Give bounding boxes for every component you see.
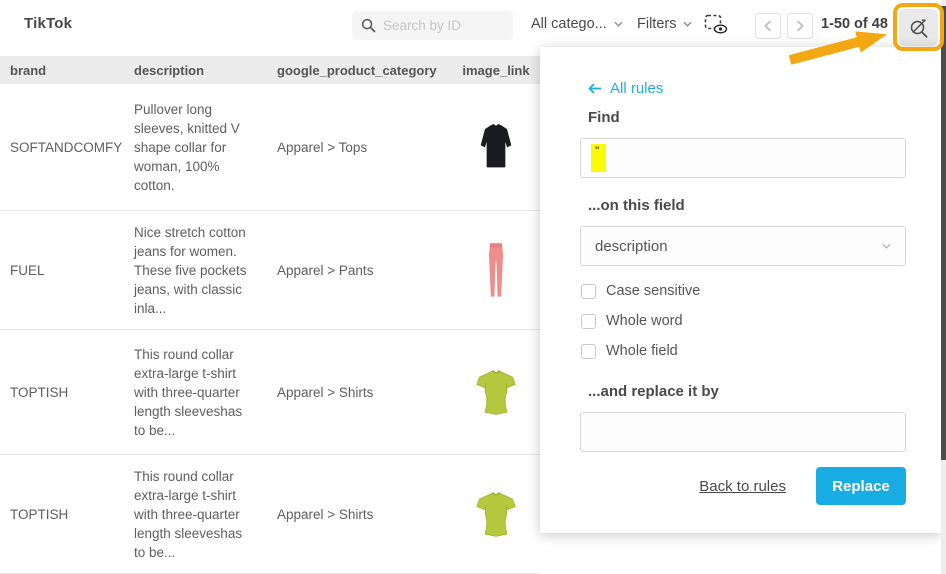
whole-field-checkbox-row[interactable]: Whole field <box>581 343 678 359</box>
description-cell: This round collar extra-large t-shirt wi… <box>134 467 277 562</box>
page-title: TikTok <box>24 0 72 47</box>
category-cell: Apparel > Tops <box>277 138 452 157</box>
select-columns-preview-button[interactable] <box>704 14 732 36</box>
table-header-row: brand description google_product_categor… <box>0 56 540 84</box>
category-cell: Apparel > Pants <box>277 261 452 280</box>
product-image-black-long-sleeve-top <box>479 121 513 173</box>
brand-cell: TOPTISH <box>0 505 134 524</box>
products-table: brand description google_product_categor… <box>0 56 540 574</box>
image-cell <box>452 241 540 299</box>
chevron-left-icon <box>764 20 772 32</box>
column-header-google-product-category[interactable]: google_product_category <box>277 63 452 78</box>
panel-footer: Back to rules Replace <box>699 467 906 505</box>
case-sensitive-label: Case sensitive <box>606 283 700 299</box>
filters-dropdown[interactable]: Filters <box>637 0 692 47</box>
pagination-range: 1-50 of 48 <box>821 0 888 47</box>
back-to-rules-link[interactable]: Back to rules <box>699 478 786 495</box>
pagination-prev-button[interactable] <box>755 13 781 39</box>
description-cell: Nice stretch cotton jeans for women. The… <box>134 223 277 318</box>
chevron-down-icon <box>882 243 891 249</box>
category-dropdown[interactable]: All catego... <box>531 0 623 47</box>
column-header-brand[interactable]: brand <box>0 63 134 78</box>
find-replace-panel: All rules Find " ...on this field descri… <box>540 47 941 533</box>
field-select[interactable]: description <box>580 226 906 266</box>
find-replace-icon <box>908 17 930 39</box>
image-cell <box>452 369 540 416</box>
left-arrow-icon <box>588 83 602 94</box>
all-rules-link-label: All rules <box>610 80 663 97</box>
chevron-down-icon <box>683 21 692 27</box>
find-replace-button[interactable] <box>899 9 938 46</box>
case-sensitive-checkbox-row[interactable]: Case sensitive <box>581 283 700 299</box>
description-cell: Pullover long sleeves, knitted V shape c… <box>134 100 277 195</box>
on-this-field-label: ...on this field <box>588 197 685 214</box>
highlighted-find-value: " <box>591 144 606 172</box>
table-row[interactable]: TOPTISH This round collar extra-large t-… <box>0 455 540 574</box>
whole-field-label: Whole field <box>606 343 678 359</box>
column-header-image-link[interactable]: image_link <box>452 63 540 78</box>
product-image-green-t-shirt <box>476 491 516 538</box>
description-cell: This round collar extra-large t-shirt wi… <box>134 345 277 440</box>
table-row[interactable]: TOPTISH This round collar extra-large t-… <box>0 330 540 455</box>
category-cell: Apparel > Shirts <box>277 383 452 402</box>
find-label: Find <box>588 109 620 126</box>
image-cell <box>452 491 540 538</box>
page-scrollbar-track[interactable] <box>941 0 946 574</box>
chevron-down-icon <box>614 21 623 27</box>
pagination-next-button[interactable] <box>787 13 813 39</box>
whole-field-checkbox[interactable] <box>581 344 596 359</box>
image-cell <box>452 121 540 173</box>
search-input-wrapper[interactable] <box>352 11 513 40</box>
replace-button[interactable]: Replace <box>816 467 906 505</box>
preview-eye-icon <box>704 14 730 36</box>
category-cell: Apparel > Shirts <box>277 505 452 524</box>
table-row[interactable]: FUEL Nice stretch cotton jeans for women… <box>0 211 540 330</box>
table-row[interactable]: SOFTANDCOMFY Pullover long sleeves, knit… <box>0 84 540 211</box>
field-select-value: description <box>595 238 668 255</box>
whole-word-checkbox[interactable] <box>581 314 596 329</box>
category-dropdown-label: All catego... <box>531 16 607 32</box>
product-image-green-t-shirt <box>476 369 516 416</box>
case-sensitive-checkbox[interactable] <box>581 284 596 299</box>
all-rules-back-link[interactable]: All rules <box>588 80 663 97</box>
chevron-right-icon <box>796 20 804 32</box>
replace-by-label: ...and replace it by <box>588 383 719 400</box>
brand-cell: TOPTISH <box>0 383 134 402</box>
find-input[interactable]: " <box>580 138 906 178</box>
search-input[interactable] <box>383 18 504 33</box>
filters-dropdown-label: Filters <box>637 16 676 32</box>
whole-word-label: Whole word <box>606 313 683 329</box>
page-scrollbar-thumb[interactable] <box>941 6 946 460</box>
brand-cell: FUEL <box>0 261 134 280</box>
column-header-description[interactable]: description <box>134 63 277 78</box>
top-bar: TikTok All catego... Filters <box>0 0 946 47</box>
replace-input[interactable] <box>580 412 906 452</box>
brand-cell: SOFTANDCOMFY <box>0 138 134 157</box>
product-image-pink-jeans <box>488 241 504 299</box>
search-icon <box>361 18 376 33</box>
whole-word-checkbox-row[interactable]: Whole word <box>581 313 683 329</box>
